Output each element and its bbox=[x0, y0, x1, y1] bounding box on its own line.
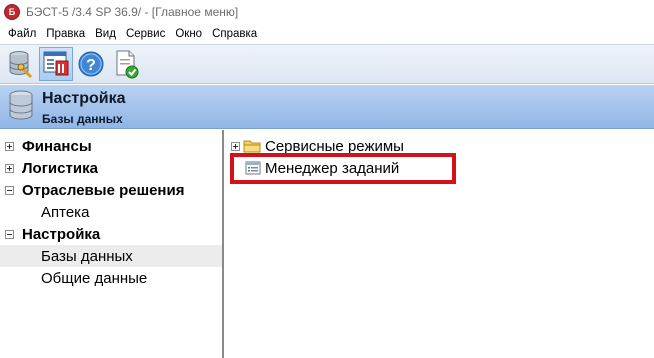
tree-item-pharmacy[interactable]: Аптека bbox=[0, 201, 222, 223]
database-icon bbox=[9, 51, 33, 79]
expand-plus-icon[interactable] bbox=[231, 141, 240, 151]
highlight-box bbox=[230, 153, 456, 184]
tree-item-label: Аптека bbox=[41, 203, 90, 221]
folder-icon bbox=[243, 140, 261, 153]
menu-file[interactable]: Файл bbox=[3, 24, 41, 44]
title-bar: Б БЭСТ-5 /3.4 SP 36.9/ - [Главное меню] bbox=[0, 0, 654, 24]
tree-item-databases[interactable]: Базы данных bbox=[0, 245, 222, 267]
database-icon bbox=[9, 90, 33, 120]
tree-item-logistics[interactable]: Логистика bbox=[0, 157, 222, 179]
menu-view[interactable]: Вид bbox=[90, 24, 121, 44]
expand-plus-icon[interactable] bbox=[5, 163, 14, 173]
toolbar-database-button[interactable] bbox=[4, 47, 38, 81]
tree-item-settings[interactable]: Настройка bbox=[0, 223, 222, 245]
collapse-minus-icon[interactable] bbox=[5, 229, 14, 239]
window-title: БЭСТ-5 /3.4 SP 36.9/ - [Главное меню] bbox=[26, 5, 239, 19]
tree-item-label: Финансы bbox=[22, 137, 92, 155]
toolbar: ? bbox=[0, 44, 654, 84]
tree-item-common-data[interactable]: Общие данные bbox=[0, 267, 222, 289]
section-subtitle: Базы данных bbox=[42, 112, 123, 126]
section-header: Настройка Базы данных bbox=[0, 85, 654, 129]
tree-item-label: Логистика bbox=[22, 159, 98, 177]
menu-service[interactable]: Сервис bbox=[121, 24, 170, 44]
toolbar-help-button[interactable]: ? bbox=[74, 47, 108, 81]
tree-item-label: Базы данных bbox=[41, 247, 133, 265]
tree-item-label: Настройка bbox=[22, 225, 101, 243]
tree-item-industry-solutions[interactable]: Отраслевые решения bbox=[0, 179, 222, 201]
tree-item-label: Отраслевые решения bbox=[22, 181, 185, 199]
collapse-minus-icon[interactable] bbox=[5, 185, 14, 195]
tree-item-label: Общие данные bbox=[41, 269, 148, 287]
main-menu-window-icon bbox=[43, 51, 69, 76]
svg-text:?: ? bbox=[86, 57, 96, 74]
tree-item-finance[interactable]: Финансы bbox=[0, 135, 222, 157]
help-icon: ? bbox=[78, 51, 104, 77]
section-title: Настройка bbox=[42, 90, 126, 107]
toolbar-document-check-button[interactable] bbox=[109, 47, 143, 81]
toolbar-main-menu-button[interactable] bbox=[39, 47, 73, 81]
menu-bar: Файл Правка Вид Сервис Окно Справка bbox=[0, 24, 654, 44]
menu-help[interactable]: Справка bbox=[207, 24, 262, 44]
menu-edit[interactable]: Правка bbox=[41, 24, 90, 44]
navigation-tree: Финансы Логистика Отраслевые решения Апт… bbox=[0, 130, 224, 358]
menu-window[interactable]: Окно bbox=[170, 24, 207, 44]
document-check-icon bbox=[116, 50, 139, 79]
app-logo-icon[interactable]: Б bbox=[4, 4, 20, 20]
list-item-label: Сервисные режимы bbox=[265, 137, 404, 155]
expand-plus-icon[interactable] bbox=[5, 141, 14, 151]
